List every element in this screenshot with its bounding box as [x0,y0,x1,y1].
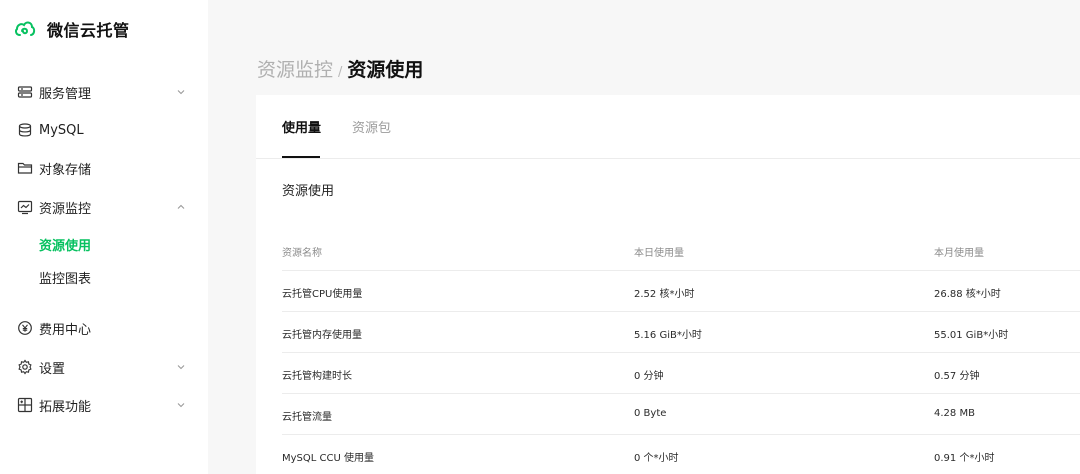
chevron-down-icon [177,403,185,408]
yen-icon [18,321,32,335]
monitor-chart-icon [17,200,33,215]
sidebar-item-service-management[interactable]: 服务管理 [0,80,208,104]
resource-name-cell: 云托管CPU使用量 [282,289,363,300]
table-row: 云托管构建时长 0 分钟 0.57 分钟 [282,353,1080,394]
resource-name-cell: 云托管内存使用量 [282,330,362,341]
cloud-logo-icon [15,21,36,36]
sidebar-item-extensions[interactable]: 拓展功能 [0,393,208,417]
database-icon [18,123,32,137]
tab-usage[interactable]: 使用量 [282,117,321,136]
sidebar-subitem-resource-usage[interactable]: 资源使用 [0,232,208,256]
table-row: 云托管流量 0 Byte 4.28 MB [282,394,1080,435]
sidebar-item-billing-center[interactable]: 费用中心 [0,316,208,340]
sidebar-subitem-monitoring-charts[interactable]: 监控图表 [0,265,208,289]
daily-usage-cell: 0 Byte [634,408,667,419]
monthly-usage-cell: 26.88 核*小时 [934,289,1001,300]
column-header-monthly-usage: 本月使用量 [934,248,984,259]
folder-icon [17,162,33,174]
column-header-resource-name: 资源名称 [282,248,322,259]
chevron-down-icon [177,90,185,95]
sidebar-subitem-label: 监控图表 [39,271,92,287]
table-row: 云托管内存使用量 5.16 GiB*小时 55.01 GiB*小时 [282,312,1080,353]
server-icon [17,86,33,98]
resource-name-cell: 云托管流量 [282,412,332,423]
sidebar: 微信云托管 服务管理 MySQL 对象存储 资源监控 资源使用 监控图表 费用中… [0,0,208,474]
gear-icon [18,359,32,375]
sidebar-item-label: 资源监控 [39,201,92,217]
sidebar-item-label: 对象存储 [39,162,92,178]
usage-table: 资源名称 本日使用量 本月使用量 云托管CPU使用量 2.52 核*小时 26.… [282,230,1080,474]
table-header-row: 资源名称 本日使用量 本月使用量 [282,230,1080,271]
sidebar-subitem-label: 资源使用 [39,238,92,254]
active-tab-indicator [282,156,320,158]
sidebar-item-resource-monitoring[interactable]: 资源监控 [0,195,208,219]
monthly-usage-cell: 0.91 个*小时 [934,453,995,464]
daily-usage-cell: 0 个*小时 [634,453,679,464]
monthly-usage-cell: 0.57 分钟 [934,371,980,382]
table-row: MySQL CCU 使用量 0 个*小时 0.91 个*小时 [282,435,1080,474]
breadcrumb-separator: / [338,65,343,80]
content-card: 使用量 资源包 资源使用 资源名称 本日使用量 本月使用量 云托管CPU使用量 … [256,95,1080,474]
breadcrumb-parent-link[interactable]: 资源监控 [257,55,333,82]
daily-usage-cell: 5.16 GiB*小时 [634,330,702,341]
tab-bar: 使用量 资源包 [256,95,1080,159]
sidebar-item-label: 服务管理 [39,86,92,102]
sidebar-item-label: 拓展功能 [39,399,92,415]
page-title: 资源使用 [347,59,424,81]
main-content: 资源监控 / 资源使用 使用量 资源包 资源使用 资源名称 本日使用量 本月使用… [208,0,1080,474]
extension-grid-icon [17,397,33,413]
section-title: 资源使用 [282,184,335,199]
chevron-up-icon [177,204,185,209]
column-header-daily-usage: 本日使用量 [634,248,684,259]
daily-usage-cell: 2.52 核*小时 [634,289,695,300]
resource-name-cell: MySQL CCU 使用量 [282,453,374,464]
monthly-usage-cell: 55.01 GiB*小时 [934,330,1009,341]
brand[interactable]: 微信云托管 [14,17,130,41]
sidebar-item-mysql[interactable]: MySQL [0,118,208,142]
table-row: 云托管CPU使用量 2.52 核*小时 26.88 核*小时 [282,271,1080,312]
monthly-usage-cell: 4.28 MB [934,408,975,419]
breadcrumb: 资源监控 / 资源使用 [257,55,423,81]
sidebar-item-label: 设置 [39,361,66,377]
daily-usage-cell: 0 分钟 [634,371,664,382]
chevron-down-icon [177,365,185,370]
sidebar-item-object-storage[interactable]: 对象存储 [0,156,208,180]
sidebar-item-label: 费用中心 [39,322,92,338]
tab-resource-packages[interactable]: 资源包 [352,117,391,136]
sidebar-item-label: MySQL [39,122,84,138]
resource-name-cell: 云托管构建时长 [282,371,352,382]
brand-name: 微信云托管 [47,21,130,40]
sidebar-item-settings[interactable]: 设置 [0,355,208,379]
